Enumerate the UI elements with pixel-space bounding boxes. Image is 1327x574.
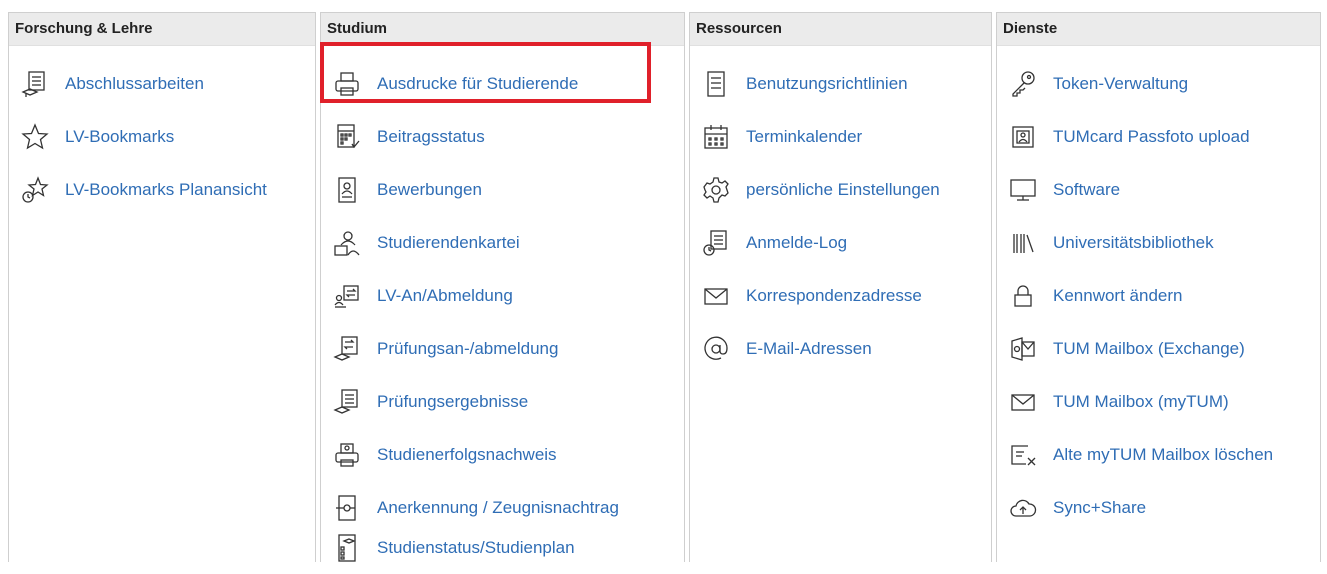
lock-icon xyxy=(1007,280,1039,312)
menu-item-lv-an-abmeldung[interactable]: LV-An/Abmeldung xyxy=(321,270,513,322)
menu-item-einstellungen[interactable]: persönliche Einstellungen xyxy=(690,164,940,216)
success-print-icon xyxy=(331,439,363,471)
column-studium: Studium Ausdrucke für Studierende Beitra… xyxy=(320,12,685,562)
menu-item-ausdrucke[interactable]: Ausdrucke für Studierende xyxy=(321,58,578,110)
envelope-icon xyxy=(1007,386,1039,418)
menu-item-sync-share[interactable]: Sync+Share xyxy=(997,482,1146,534)
menu-item-label: Studienstatus/Studienplan xyxy=(377,538,575,557)
menu-item-label: Sync+Share xyxy=(1053,498,1147,517)
menu-item-email-adressen[interactable]: E-Mail-Adressen xyxy=(690,323,872,375)
menu-item-label: Anmelde-Log xyxy=(746,233,848,252)
menu-item-label: Alte myTUM Mailbox löschen xyxy=(1053,445,1274,464)
monitor-icon xyxy=(1007,174,1039,206)
menu-item-label: Bewerbungen xyxy=(377,180,482,199)
menu-item-label: LV-Bookmarks xyxy=(65,127,175,146)
menu-item-terminkalender[interactable]: Terminkalender xyxy=(690,111,862,163)
key-icon xyxy=(1007,68,1039,100)
printer-icon xyxy=(331,68,363,100)
menu-item-alte-mailbox-loeschen[interactable]: Alte myTUM Mailbox löschen xyxy=(997,429,1273,481)
calculator-icon xyxy=(331,121,363,153)
menu-item-abschlussarbeiten[interactable]: Abschlussarbeiten xyxy=(9,58,204,110)
column-dienste: Dienste Token-Verwaltung TUMcard Passfot… xyxy=(996,12,1321,562)
exam-results-icon xyxy=(331,386,363,418)
column-ressourcen: Ressourcen Benutzungsrichtlinien Termink… xyxy=(689,12,992,562)
menu-item-benutzungsrichtlinien[interactable]: Benutzungsrichtlinien xyxy=(690,58,908,110)
menu-item-label: LV-An/Abmeldung xyxy=(377,286,513,305)
menu-item-label: Studierendenkartei xyxy=(377,233,520,252)
menu-item-label: TUM Mailbox (myTUM) xyxy=(1053,392,1229,411)
menu-item-label: Kennwort ändern xyxy=(1053,286,1183,305)
menu-item-anmelde-log[interactable]: Anmelde-Log xyxy=(690,217,847,269)
menu-item-pruefungsergebnisse[interactable]: Prüfungsergebnisse xyxy=(321,376,528,428)
menu-item-label: E-Mail-Adressen xyxy=(746,339,872,358)
menu-item-label: Benutzungsrichtlinien xyxy=(746,74,908,93)
log-icon xyxy=(700,227,732,259)
column-title: Forschung & Lehre xyxy=(9,12,315,46)
menu-item-lv-bookmarks[interactable]: LV-Bookmarks xyxy=(9,111,174,163)
application-icon xyxy=(331,174,363,206)
recognition-icon xyxy=(331,492,363,524)
menu-item-label: LV-Bookmarks Planansicht xyxy=(65,180,267,199)
course-registration-icon xyxy=(331,280,363,312)
menu-item-tum-mailbox-mytum[interactable]: TUM Mailbox (myTUM) xyxy=(997,376,1229,428)
menu-item-label: Universitätsbibliothek xyxy=(1053,233,1214,252)
menu-item-studierendenkartei[interactable]: Studierendenkartei xyxy=(321,217,520,269)
menu-item-label: Abschlussarbeiten xyxy=(65,74,204,93)
library-icon xyxy=(1007,227,1039,259)
envelope-icon xyxy=(700,280,732,312)
menu-item-studienstatus[interactable]: Studienstatus/Studienplan xyxy=(321,522,575,574)
at-icon xyxy=(700,333,732,365)
exam-registration-icon xyxy=(331,333,363,365)
menu-item-kennwort-aendern[interactable]: Kennwort ändern xyxy=(997,270,1182,322)
menu-item-korrespondenzadresse[interactable]: Korrespondenzadresse xyxy=(690,270,922,322)
menu-item-label: Terminkalender xyxy=(746,127,863,146)
column-title: Studium xyxy=(321,12,684,46)
cloud-upload-icon xyxy=(1007,492,1039,524)
menu-item-label: TUMcard Passfoto upload xyxy=(1053,127,1250,146)
calendar-icon xyxy=(700,121,732,153)
menu-item-label: Studienerfolgsnachweis xyxy=(377,445,557,464)
menu-item-label: TUM Mailbox (Exchange) xyxy=(1053,339,1245,358)
menu-item-universitaetsbibliothek[interactable]: Universitätsbibliothek xyxy=(997,217,1214,269)
menu-item-label: persönliche Einstellungen xyxy=(746,180,940,199)
document-icon xyxy=(700,68,732,100)
column-forschung-lehre: Forschung & Lehre Abschlussarbeiten LV-B… xyxy=(8,12,316,562)
menu-item-label: Software xyxy=(1053,180,1121,199)
column-title: Ressourcen xyxy=(690,12,991,46)
menu-item-label: Prüfungsan-/abmeldung xyxy=(377,339,559,358)
menu-item-label: Prüfungsergebnisse xyxy=(377,392,529,411)
star-icon xyxy=(19,121,51,153)
study-plan-icon xyxy=(331,532,363,564)
mailbox-delete-icon xyxy=(1007,439,1039,471)
menu-item-token-verwaltung[interactable]: Token-Verwaltung xyxy=(997,58,1188,110)
menu-item-studienerfolgsnachweis[interactable]: Studienerfolgsnachweis xyxy=(321,429,557,481)
column-title: Dienste xyxy=(997,12,1320,46)
menu-item-beitragsstatus[interactable]: Beitragsstatus xyxy=(321,111,485,163)
menu-item-software[interactable]: Software xyxy=(997,164,1120,216)
menu-item-label: Beitragsstatus xyxy=(377,127,485,146)
menu-item-bewerbungen[interactable]: Bewerbungen xyxy=(321,164,482,216)
menu-item-tumcard-passfoto[interactable]: TUMcard Passfoto upload xyxy=(997,111,1250,163)
menu-item-label: Korrespondenzadresse xyxy=(746,286,922,305)
photo-id-icon xyxy=(1007,121,1039,153)
star-clock-icon xyxy=(19,174,51,206)
thesis-icon xyxy=(19,68,51,100)
menu-item-lv-bookmarks-planansicht[interactable]: LV-Bookmarks Planansicht xyxy=(9,164,267,216)
menu-item-pruefungsanmeldung[interactable]: Prüfungsan-/abmeldung xyxy=(321,323,558,375)
menu-item-label: Ausdrucke für Studierende xyxy=(377,74,579,93)
gear-icon xyxy=(700,174,732,206)
menu-item-label: Anerkennung / Zeugnisnachtrag xyxy=(377,498,619,517)
menu-item-label: Token-Verwaltung xyxy=(1053,74,1189,93)
menu-item-tum-mailbox-exchange[interactable]: TUM Mailbox (Exchange) xyxy=(997,323,1245,375)
student-file-icon xyxy=(331,227,363,259)
exchange-icon xyxy=(1007,333,1039,365)
